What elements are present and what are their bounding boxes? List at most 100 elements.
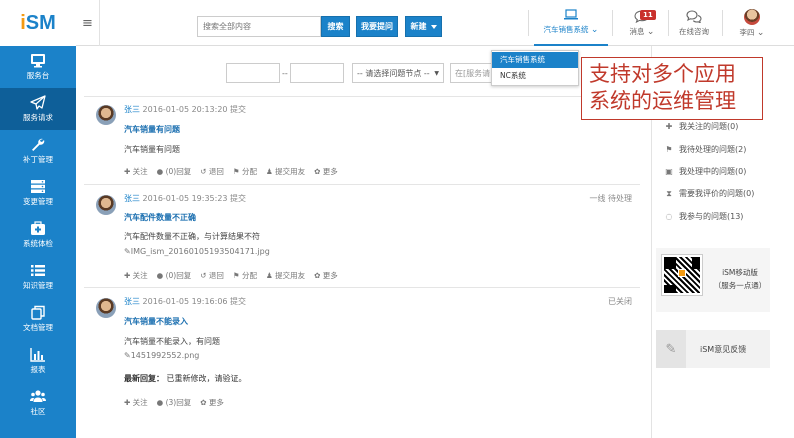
laptop-icon bbox=[564, 9, 578, 20]
list-icon bbox=[31, 265, 45, 276]
app-switcher[interactable]: 汽车销售系统 ⌄ bbox=[534, 0, 608, 46]
more-button[interactable]: ✿ 更多 bbox=[200, 397, 224, 408]
dropdown-item-nc[interactable]: NC系统 bbox=[492, 68, 578, 84]
comment-icon: ◌ bbox=[665, 212, 673, 221]
chevron-down-icon: ⌄ bbox=[646, 26, 655, 37]
more-button[interactable]: ✿ 更多 bbox=[314, 166, 338, 177]
reply-button[interactable]: ● (3)回复 bbox=[157, 397, 192, 408]
post-title[interactable]: 汽车销量有问题 bbox=[124, 124, 180, 135]
sidebar-item-system-checkup[interactable]: 系统体检 bbox=[0, 214, 76, 256]
app-switcher-dropdown: 汽车销售系统 NC系统 bbox=[491, 50, 579, 86]
system-search-input[interactable]: 在[服务请 bbox=[450, 63, 494, 83]
link-evaluate-questions[interactable]: ⧗ 需要我评价的问题(0) bbox=[664, 188, 754, 199]
post-actions: ✚ 关注 ● (3)回复 ✿ 更多 bbox=[124, 397, 224, 408]
sidebar-item-service-request[interactable]: 服务请求 bbox=[0, 88, 76, 130]
author-name[interactable]: 张三 bbox=[124, 297, 140, 306]
documents-icon bbox=[31, 305, 45, 320]
post-actions: ✚ 关注 ● (0)回复 ↺ 退回 ⚑ 分配 ♟ 提交用友 ✿ 更多 bbox=[124, 270, 338, 281]
paperclip-icon: ✎ bbox=[124, 351, 131, 360]
link-processing-questions[interactable]: ▣ 我处理中的问题(0) bbox=[664, 166, 746, 177]
attachment-link[interactable]: ✎IMG_ism_20160105193504171.jpg bbox=[124, 247, 270, 256]
date-to-input[interactable] bbox=[290, 63, 344, 83]
reply-button[interactable]: ● (0)回复 bbox=[157, 166, 192, 177]
online-consult-button[interactable]: 在线咨询 bbox=[672, 0, 716, 46]
monitor-icon bbox=[31, 54, 45, 68]
feedback-button[interactable]: ✎ iSM意见反馈 bbox=[656, 330, 770, 368]
avatar bbox=[96, 105, 116, 125]
post-actions: ✚ 关注 ● (0)回复 ↺ 退回 ⚑ 分配 ♟ 提交用友 ✿ 更多 bbox=[124, 166, 338, 177]
sidebar-item-knowledge-management[interactable]: 知识管理 bbox=[0, 256, 76, 298]
post-title[interactable]: 汽车配件数量不正确 bbox=[124, 212, 196, 223]
post-body: 汽车销量有问题 bbox=[124, 145, 180, 154]
qr-logo-icon bbox=[678, 269, 686, 277]
search-button[interactable]: 搜索 bbox=[321, 16, 350, 37]
follow-button[interactable]: ✚ 关注 bbox=[124, 270, 148, 281]
chat-bubbles-icon bbox=[686, 9, 702, 23]
list-item: 张三 2016-01-05 19:16:06 提交 已关闭 汽车销量不能录入 汽… bbox=[84, 288, 640, 418]
return-button[interactable]: ↺ 退回 bbox=[200, 166, 224, 177]
submit-yonyou-button[interactable]: ♟ 提交用友 bbox=[266, 270, 305, 281]
medical-kit-icon bbox=[31, 221, 45, 235]
submit-yonyou-button[interactable]: ♟ 提交用友 bbox=[266, 166, 305, 177]
node-select[interactable]: -- 请选择问题节点 -- ▼ bbox=[352, 63, 444, 83]
author-name[interactable]: 张三 bbox=[124, 105, 140, 114]
chevron-down-icon: ⌄ bbox=[590, 25, 599, 35]
list-item: 张三 2016-01-05 20:13:20 提交 汽车销量有问题 汽车销量有问… bbox=[84, 97, 640, 183]
caret-down-icon: ▼ bbox=[434, 69, 439, 77]
plus-icon: ✚ bbox=[665, 122, 673, 131]
wrench-icon bbox=[32, 138, 45, 151]
users-icon bbox=[30, 390, 46, 402]
follow-button[interactable]: ✚ 关注 bbox=[124, 166, 148, 177]
messages-button[interactable]: 消息 ⌄ bbox=[620, 0, 664, 46]
user-menu[interactable]: 李四 ⌄ bbox=[728, 0, 776, 46]
ask-question-button[interactable]: 我要提问 bbox=[356, 16, 398, 37]
assign-button[interactable]: ⚑ 分配 bbox=[233, 270, 257, 281]
link-participated-questions[interactable]: ◌ 我参与的问题(13) bbox=[664, 211, 744, 222]
list-item: 张三 2016-01-05 19:35:23 提交 一线 待处理 汽车配件数量不… bbox=[84, 185, 640, 286]
status-badge: 已关闭 bbox=[608, 297, 632, 306]
latest-reply: 最新回复： 已重新修改，请验证。 bbox=[124, 374, 247, 383]
author-name[interactable]: 张三 bbox=[124, 194, 140, 203]
date-from-input[interactable] bbox=[226, 63, 280, 83]
sidebar-item-change-management[interactable]: 变更管理 bbox=[0, 172, 76, 214]
reply-button[interactable]: ● (0)回复 bbox=[157, 270, 192, 281]
edit-icon: ▣ bbox=[665, 167, 673, 176]
post-body: 汽车销量不能录入，有问题 bbox=[124, 337, 220, 346]
server-icon bbox=[31, 180, 45, 193]
assign-button[interactable]: ⚑ 分配 bbox=[233, 166, 257, 177]
sidebar-item-reports[interactable]: 报表 bbox=[0, 340, 76, 382]
status-badge: 一线 待处理 bbox=[589, 194, 632, 203]
caret-down-icon bbox=[430, 24, 437, 29]
edit-icon: ✎ bbox=[656, 330, 686, 368]
post-title[interactable]: 汽车销量不能录入 bbox=[124, 316, 188, 327]
ism-logo[interactable]: i SM bbox=[0, 0, 76, 46]
sidebar-item-document-management[interactable]: 文档管理 bbox=[0, 298, 76, 340]
attachment-link[interactable]: ✎1451992552.png bbox=[124, 351, 199, 360]
hourglass-icon: ⧗ bbox=[666, 188, 672, 198]
link-pending-questions[interactable]: ⚑ 我待处理的问题(2) bbox=[664, 144, 746, 155]
new-button[interactable]: 新建 bbox=[405, 16, 442, 37]
messages-badge: 11 bbox=[640, 10, 656, 20]
sidebar: 服务台 服务请求 补丁管理 变更管理 系统体检 知识管理 文档管理 报表 社区 bbox=[0, 46, 76, 438]
avatar bbox=[96, 298, 116, 318]
sidebar-item-patch-management[interactable]: 补丁管理 bbox=[0, 130, 76, 172]
flag-icon: ⚑ bbox=[665, 145, 673, 154]
post-body: 汽车配件数量不正确，与计算结果不符 bbox=[124, 232, 260, 241]
mobile-app-qr[interactable]: iSM移动版 （服务一点通） bbox=[656, 248, 770, 312]
sidebar-item-service-desk[interactable]: 服务台 bbox=[0, 46, 76, 88]
more-button[interactable]: ✿ 更多 bbox=[314, 270, 338, 281]
paper-plane-icon bbox=[30, 95, 46, 110]
search-input[interactable] bbox=[197, 16, 321, 37]
dropdown-item-car-sales[interactable]: 汽车销售系统 bbox=[492, 52, 578, 68]
sidebar-item-community[interactable]: 社区 bbox=[0, 382, 76, 424]
menu-toggle-icon[interactable]: ≡ bbox=[76, 0, 100, 46]
feature-callout: 支持对多个应用 系统的运维管理 bbox=[581, 57, 763, 120]
chevron-down-icon: ⌄ bbox=[756, 27, 765, 38]
avatar bbox=[96, 195, 116, 215]
paperclip-icon: ✎ bbox=[124, 247, 131, 256]
top-bar: iSM ≡ 搜索 我要提问 新建 汽车销售系统 ⌄ 消息 ⌄ 11 在线咨询 李… bbox=[0, 0, 794, 46]
follow-button[interactable]: ✚ 关注 bbox=[124, 397, 148, 408]
return-button[interactable]: ↺ 退回 bbox=[200, 270, 224, 281]
bar-chart-icon bbox=[30, 348, 45, 362]
link-followed-questions[interactable]: ✚ 我关注的问题(0) bbox=[664, 121, 739, 132]
